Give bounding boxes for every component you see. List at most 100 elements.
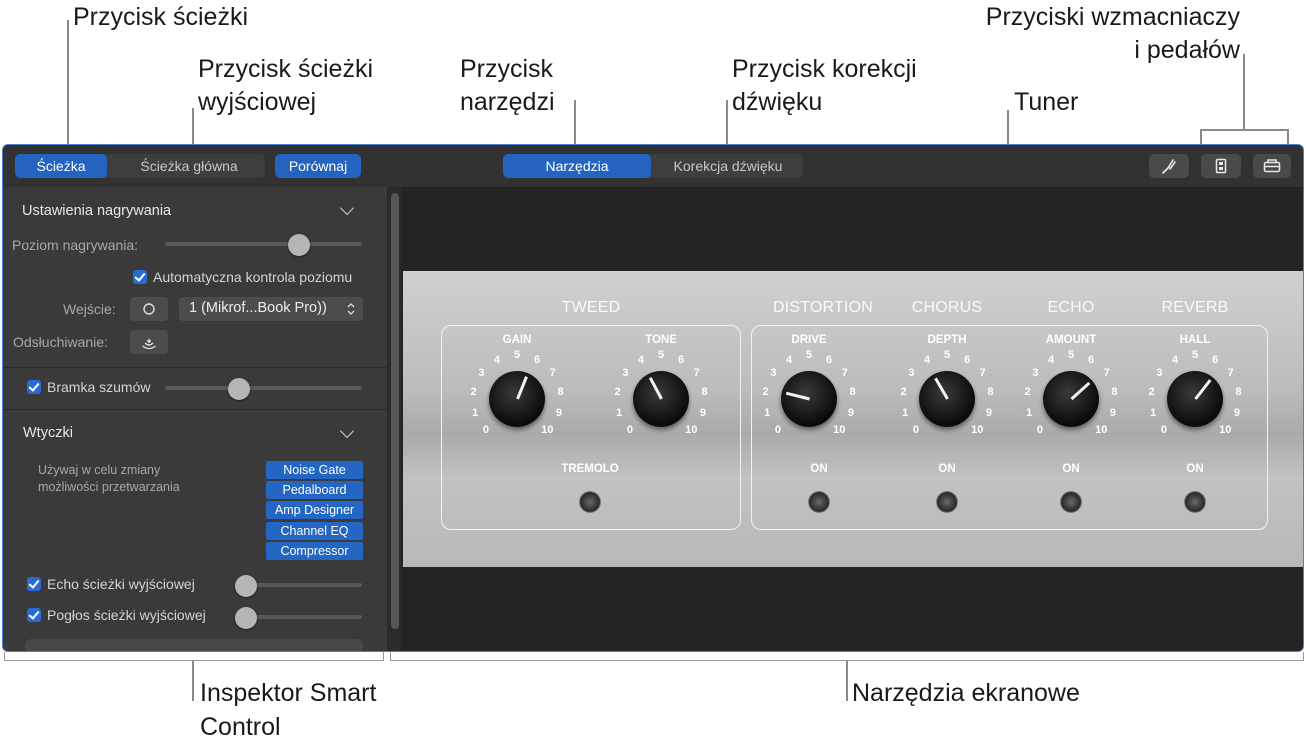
plugin-slot[interactable]: Compressor: [266, 542, 363, 560]
tremolo-label: TREMOLO: [545, 463, 635, 475]
drive-label: DRIVE: [779, 334, 839, 346]
reverb-switch[interactable]: [1184, 491, 1206, 513]
chorus-title: CHORUS: [897, 299, 997, 317]
auto-level-checkbox[interactable]: [133, 270, 147, 284]
tuner-button[interactable]: [1149, 154, 1189, 178]
input-label: Wejście:: [63, 301, 116, 317]
compare-button[interactable]: Porównaj: [275, 154, 361, 178]
amount-knob[interactable]: [1043, 371, 1099, 427]
mono-icon: [130, 297, 168, 321]
dial-number: 0: [1037, 424, 1043, 436]
distortion-switch[interactable]: [808, 491, 830, 513]
master-echo-label: Echo ścieżki wyjściowej: [47, 576, 195, 592]
echo-title: ECHO: [1021, 299, 1121, 317]
input-format-button[interactable]: [130, 297, 168, 321]
noise-gate-knob[interactable]: [228, 378, 250, 400]
dial-number: 9: [1234, 407, 1240, 419]
distortion-on-label: ON: [799, 463, 839, 475]
chorus-on-label: ON: [927, 463, 967, 475]
callout-inspector-line2: Control: [200, 712, 281, 742]
leader-line: [846, 661, 848, 701]
dial-number: 3: [478, 367, 484, 379]
master-reverb-checkbox[interactable]: [27, 608, 41, 622]
chevron-down-icon[interactable]: [340, 424, 354, 438]
echo-switch[interactable]: [1060, 491, 1082, 513]
dial-number: 4: [786, 354, 792, 366]
dial-number: 3: [770, 367, 776, 379]
dial-number: 1: [1026, 407, 1032, 419]
dial-number: 7: [694, 367, 700, 379]
eq-button[interactable]: Korekcja dźwięku: [653, 154, 803, 178]
chorus-switch[interactable]: [936, 491, 958, 513]
noise-gate-slider[interactable]: [165, 386, 362, 390]
callout-screen-controls: Narzędzia ekranowe: [852, 678, 1080, 708]
more-section: [25, 639, 363, 652]
dial-number: 6: [534, 354, 540, 366]
master-echo-knob[interactable]: [235, 575, 257, 597]
amp-button[interactable]: [1201, 154, 1241, 178]
record-level-knob[interactable]: [288, 234, 310, 256]
input-select[interactable]: 1 (Mikrof...Book Pro)): [179, 297, 363, 321]
pedal-button[interactable]: [1253, 154, 1291, 178]
tremolo-switch[interactable]: [579, 491, 601, 513]
drive-knob[interactable]: [781, 371, 837, 427]
callout-tuner: Tuner: [1014, 87, 1078, 117]
inspector-scrollbar[interactable]: [391, 193, 399, 629]
plugin-slot[interactable]: Noise Gate: [266, 461, 363, 479]
leader-line: [1200, 129, 1288, 131]
dial-number: 10: [685, 424, 697, 436]
noise-gate-checkbox[interactable]: [27, 380, 41, 394]
noise-gate-label: Bramka szumów: [47, 379, 150, 395]
hall-knob[interactable]: [1167, 371, 1223, 427]
monitoring-button[interactable]: [130, 330, 168, 354]
dial-number: 8: [1235, 386, 1241, 398]
dial-number: 6: [964, 354, 970, 366]
plugin-slot[interactable]: Channel EQ: [266, 522, 363, 540]
chevron-down-icon[interactable]: [340, 201, 354, 215]
dial-number: 1: [616, 407, 622, 419]
updown-chevron-icon: [345, 302, 357, 316]
dial-number: 3: [1156, 367, 1162, 379]
dial-number: 2: [1149, 386, 1155, 398]
master-echo-checkbox[interactable]: [27, 577, 41, 591]
dial-number: 2: [763, 386, 769, 398]
dial-number: 10: [1095, 424, 1107, 436]
dial-number: 2: [901, 386, 907, 398]
master-reverb-knob[interactable]: [235, 607, 257, 629]
tools-button[interactable]: Narzędzia: [503, 154, 651, 178]
tone-knob[interactable]: [633, 371, 689, 427]
dial-number: 7: [550, 367, 556, 379]
dial-number: 9: [986, 407, 992, 419]
echo-on-label: ON: [1051, 463, 1091, 475]
depth-label: DEPTH: [917, 334, 977, 346]
leader-line: [67, 20, 69, 152]
depth-knob[interactable]: [919, 371, 975, 427]
record-level-slider[interactable]: [165, 242, 362, 246]
dial-number: 2: [615, 386, 621, 398]
plugin-slot[interactable]: Amp Designer: [266, 501, 363, 519]
pedalboard-icon: [1253, 154, 1291, 178]
callout-master-line2: wyjściowej: [198, 87, 316, 117]
gain-knob[interactable]: [489, 371, 545, 427]
callout-track-button: Przycisk ścieżki: [73, 2, 248, 32]
dial-number: 1: [1150, 407, 1156, 419]
plugin-slot[interactable]: Pedalboard: [266, 481, 363, 499]
dial-number: 10: [971, 424, 983, 436]
dial-number: 7: [842, 367, 848, 379]
dial-number: 4: [924, 354, 930, 366]
track-button[interactable]: Ścieżka: [15, 154, 107, 178]
dial-number: 5: [514, 349, 520, 361]
distortion-title: DISTORTION: [763, 299, 883, 317]
amp-icon: [1201, 154, 1241, 178]
divider: [3, 409, 387, 410]
dial-number: 9: [848, 407, 854, 419]
monitoring-label: Odsłuchiwanie:: [13, 334, 108, 350]
auto-level-label: Automatyczna kontrola poziomu: [153, 269, 352, 285]
dial-number: 7: [1104, 367, 1110, 379]
dial-number: 7: [1228, 367, 1234, 379]
master-track-button[interactable]: Ścieżka główna: [119, 154, 259, 178]
smart-control-inspector: Ustawienia nagrywania Poziom nagrywania:…: [3, 187, 387, 651]
gain-label: GAIN: [487, 334, 547, 346]
dial-number: 5: [806, 349, 812, 361]
dial-number: 2: [471, 386, 477, 398]
